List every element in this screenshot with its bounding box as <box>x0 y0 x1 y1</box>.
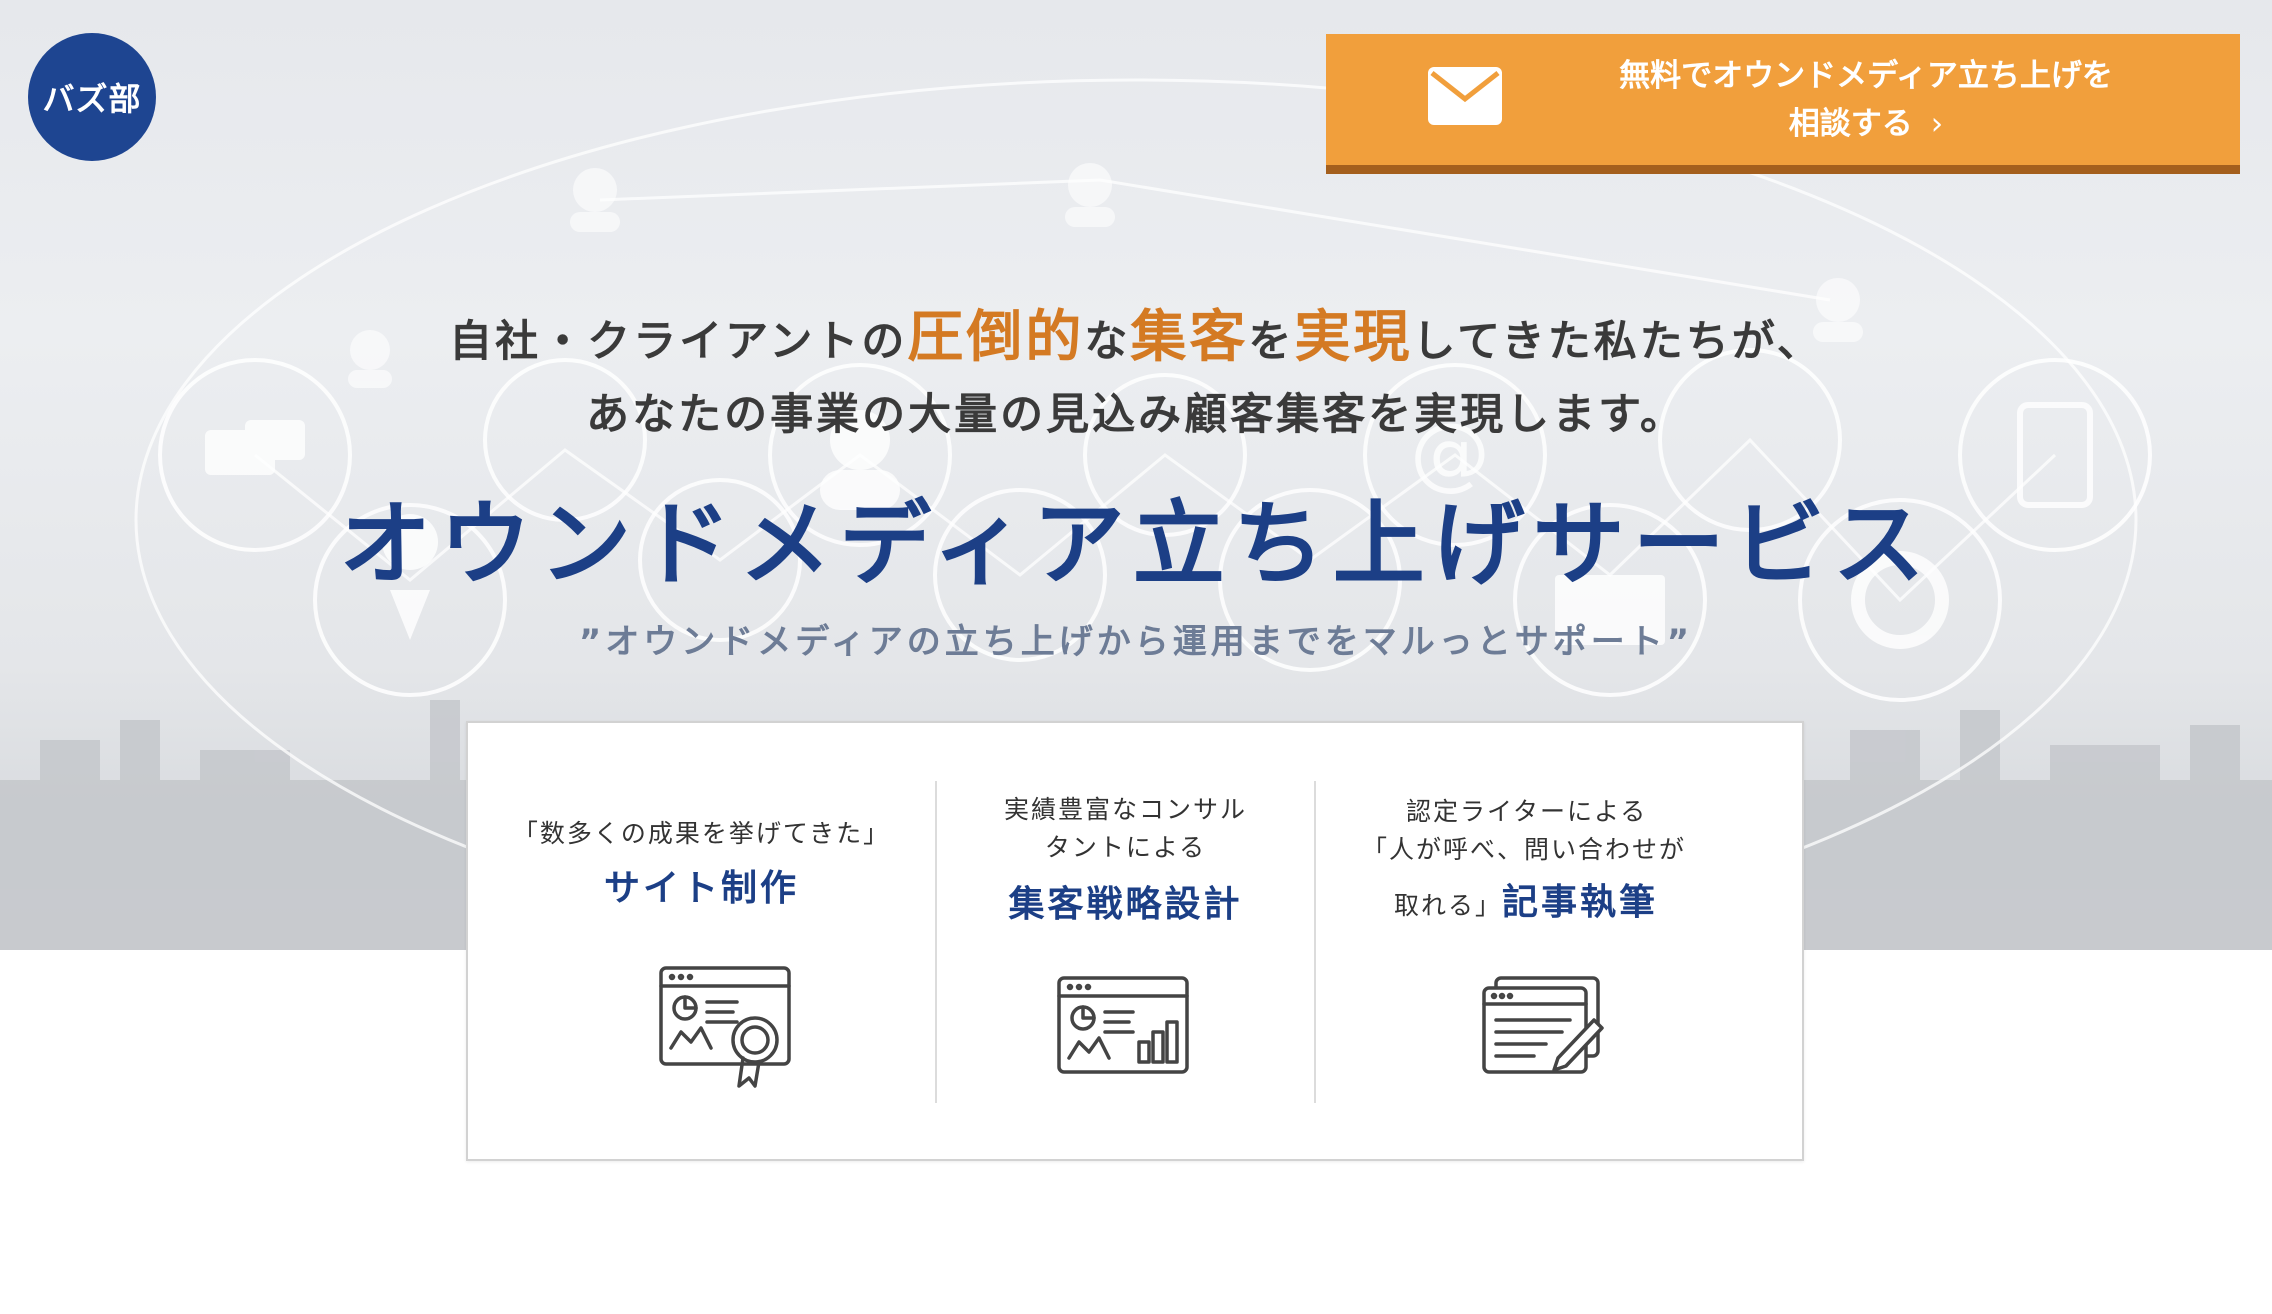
analytics-dashboard-icon <box>1057 976 1189 1074</box>
service-caption: 実績豊富なコンサル <box>1003 795 1247 824</box>
service-article-writing: 認定ライターによる 「人が呼べ、問い合わせが 取れる」記事執筆 <box>1316 723 1806 1074</box>
service-caption: 取れる」 <box>1394 891 1503 920</box>
service-title: 記事執筆 <box>1502 882 1659 923</box>
cta-label-line2: 相談する <box>1788 106 1913 142</box>
headline-highlight: 集客 <box>1130 305 1249 370</box>
service-caption: 「人が呼べ、問い合わせが <box>1362 835 1687 864</box>
service-caption: 「数多くの成果を挙げてきた」 <box>512 819 891 848</box>
buzzbu-logo[interactable]: バズ部 <box>28 33 156 161</box>
service-title: サイト制作 <box>603 868 799 909</box>
service-caption: タントによる <box>1044 833 1207 862</box>
headline-text: 自社・クライアントの <box>449 317 908 367</box>
free-consultation-cta-button[interactable]: 無料でオウンドメディア立ち上げを 相談する › <box>1326 34 2240 174</box>
services-card: 「数多くの成果を挙げてきた」 サイト制作 実績豊富なコンサル タントによる 集客… <box>466 721 1804 1161</box>
service-marketing-strategy: 実績豊富なコンサル タントによる 集客戦略設計 <box>937 723 1314 1074</box>
headline-highlight: 圧倒的 <box>907 305 1085 370</box>
page-title: オウンドメディア立ち上げサービス <box>339 491 1933 598</box>
headline-line1: 自社・クライアントの圧倒的な集客を実現してきた私たちが、 <box>0 292 2272 373</box>
page-subtitle: ”オウンドメディアの立ち上げから運用までをマルっとサポート” <box>578 622 1694 662</box>
headline-line2: あなたの事業の大量の見込み顧客集客を実現します。 <box>586 390 1686 440</box>
website-certificate-icon <box>659 966 791 1088</box>
headline-text: を <box>1248 317 1295 367</box>
headline-text: な <box>1084 317 1131 367</box>
service-caption: 認定ライターによる <box>1406 797 1648 826</box>
headline-text: してきた私たちが、 <box>1412 317 1823 367</box>
service-site-production: 「数多くの成果を挙げてきた」 サイト制作 <box>468 723 935 1088</box>
cta-label: 無料でオウンドメディア立ち上げを 相談する › <box>1556 52 2176 148</box>
chevron-right-icon: › <box>1930 106 1944 142</box>
document-writing-icon <box>1482 976 1604 1074</box>
cta-label-line1: 無料でオウンドメディア立ち上げを <box>1619 58 2113 94</box>
mail-icon <box>1428 67 1502 125</box>
headline-highlight: 実現 <box>1294 305 1413 370</box>
logo-text: バズ部 <box>42 80 142 118</box>
service-title: 集客戦略設計 <box>1008 884 1243 925</box>
